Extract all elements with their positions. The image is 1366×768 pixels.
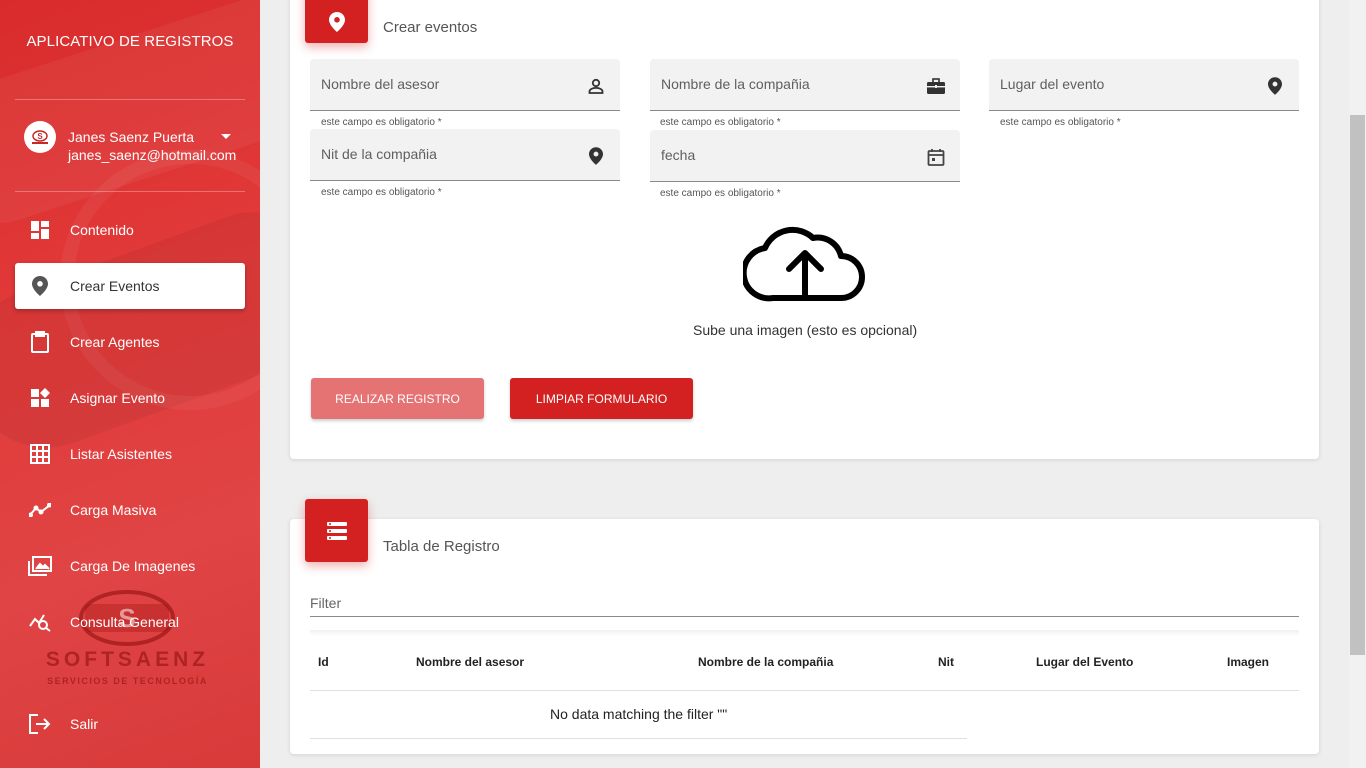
event-location-field[interactable]: Lugar del evento xyxy=(989,59,1299,111)
filter-input[interactable]: Filter xyxy=(310,595,341,611)
nav-item-label: Crear Eventos xyxy=(70,278,160,294)
cloud-upload-icon[interactable] xyxy=(740,218,867,304)
scrollbar-thumb[interactable] xyxy=(1350,115,1365,655)
nav-item-carga-imagenes[interactable]: Carga De Imagenes xyxy=(15,543,245,589)
trend-line-icon xyxy=(28,498,52,522)
clear-form-button[interactable]: LIMPIAR FORMULARIO xyxy=(510,378,693,419)
filter-underline xyxy=(310,616,1299,617)
upload-hint: Sube una imagen (esto es opcional) xyxy=(693,322,918,338)
card-title: Crear eventos xyxy=(383,19,478,36)
caret-down-icon[interactable] xyxy=(221,134,231,139)
advisor-name-field[interactable]: Nombre del asesor xyxy=(310,59,620,111)
field-label: Nit de la compañia xyxy=(321,146,437,162)
divider xyxy=(15,99,245,100)
nav-item-contenido[interactable]: Contenido xyxy=(15,207,245,253)
avatar[interactable]: S xyxy=(24,121,56,153)
divider xyxy=(310,690,1299,691)
field-label: Nombre del asesor xyxy=(321,76,440,92)
column-header-nit[interactable]: Nit xyxy=(938,655,954,669)
divider xyxy=(310,738,967,739)
required-hint: este campo es obligatorio * xyxy=(321,187,442,198)
divider xyxy=(15,191,245,192)
nav-item-crear-eventos[interactable]: Crear Eventos xyxy=(15,263,245,309)
card-title: Tabla de Registro xyxy=(383,538,500,555)
nav-item-listar-asistentes[interactable]: Listar Asistentes xyxy=(15,431,245,477)
sidebar: APLICATIVO DE REGISTROS S Janes Saenz Pu… xyxy=(0,0,260,768)
empty-table-message: No data matching the filter "" xyxy=(550,706,728,722)
widgets-icon xyxy=(28,386,52,410)
grid-icon xyxy=(28,442,52,466)
column-header-lugar[interactable]: Lugar del Evento xyxy=(1036,655,1133,669)
user-name[interactable]: Janes Saenz Puerta xyxy=(68,129,194,145)
required-hint: este campo es obligatorio * xyxy=(660,188,781,199)
user-email[interactable]: janes_saenz@hotmail.com xyxy=(68,147,236,163)
nav-item-label: Carga De Imagenes xyxy=(70,558,196,574)
svg-text:S: S xyxy=(37,132,43,141)
dashboard-icon xyxy=(28,218,52,242)
required-hint: este campo es obligatorio * xyxy=(321,117,442,128)
nav-item-label: Carga Masiva xyxy=(70,502,157,518)
column-header-imagen[interactable]: Imagen xyxy=(1227,655,1269,669)
nav-item-label: Contenido xyxy=(70,222,134,238)
company-name-field[interactable]: Nombre de la compañia xyxy=(650,59,960,111)
nav-item-label: Salir xyxy=(70,716,99,732)
scrollbar[interactable] xyxy=(1349,0,1366,768)
person-icon xyxy=(586,76,606,96)
required-hint: este campo es obligatorio * xyxy=(660,117,781,128)
submit-button[interactable]: REALIZAR REGISTRO xyxy=(311,378,484,419)
required-hint: este campo es obligatorio * xyxy=(1000,117,1121,128)
nav-item-asignar-evento[interactable]: Asignar Evento xyxy=(15,375,245,421)
field-label: fecha xyxy=(661,147,696,163)
photo-library-icon xyxy=(28,554,52,578)
logo-subtitle: SERVICIOS DE TECNOLOGÍA xyxy=(47,676,208,686)
location-pin-icon xyxy=(1265,76,1285,96)
company-nit-field[interactable]: Nit de la compañia xyxy=(310,129,620,181)
app-title: APLICATIVO DE REGISTROS xyxy=(26,33,234,50)
logo-text: SOFTSAENZ xyxy=(45,648,210,671)
field-label: Lugar del evento xyxy=(1000,76,1105,92)
nav-item-crear-agentes[interactable]: Crear Agentes xyxy=(15,319,245,365)
nav-item-consulta-general[interactable]: Consulta General xyxy=(15,599,245,645)
nav-item-label: Consulta General xyxy=(70,614,179,630)
nav-item-salir[interactable]: Salir xyxy=(15,701,245,747)
column-header-compania[interactable]: Nombre de la compañia xyxy=(698,655,833,669)
location-pin-icon xyxy=(28,274,52,298)
logout-icon xyxy=(28,712,52,736)
location-pin-icon xyxy=(586,146,606,166)
query-stats-icon xyxy=(28,610,52,634)
location-pin-icon xyxy=(305,0,368,43)
clipboard-icon xyxy=(28,330,52,354)
date-field[interactable]: fecha xyxy=(650,130,960,182)
calendar-icon[interactable] xyxy=(926,147,946,167)
column-header-asesor[interactable]: Nombre del asesor xyxy=(416,655,524,669)
nav-item-label: Crear Agentes xyxy=(70,334,160,350)
briefcase-icon xyxy=(926,76,946,96)
nav-item-label: Asignar Evento xyxy=(70,390,165,406)
nav-item-carga-masiva[interactable]: Carga Masiva xyxy=(15,487,245,533)
column-header-id[interactable]: Id xyxy=(318,655,329,669)
list-icon xyxy=(305,499,368,562)
nav-item-label: Listar Asistentes xyxy=(70,446,172,462)
field-label: Nombre de la compañia xyxy=(661,76,810,92)
